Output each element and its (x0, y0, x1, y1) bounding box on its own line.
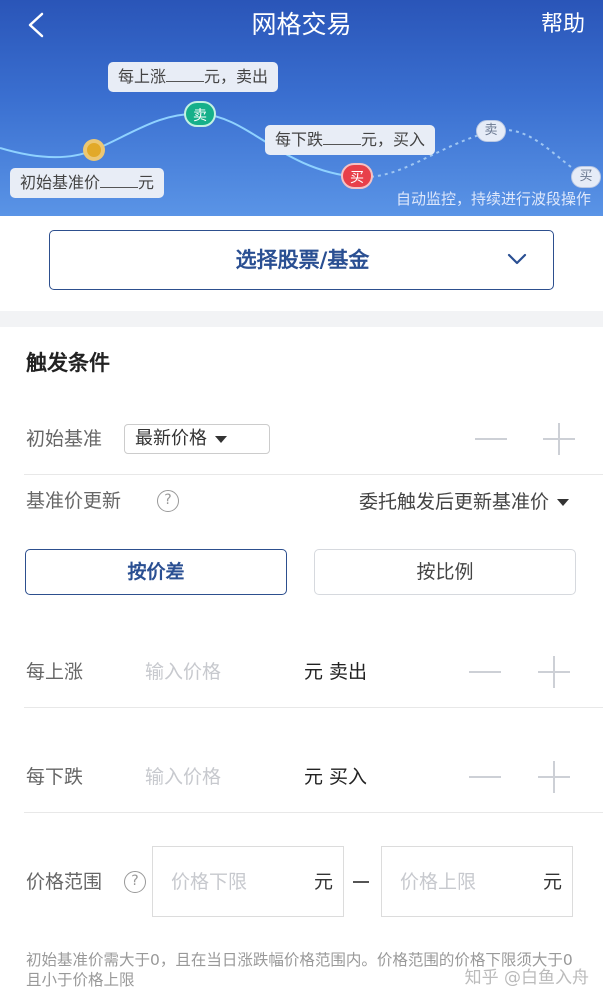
blank-line (166, 64, 205, 82)
price-upper-field[interactable]: 元 (381, 846, 573, 917)
section-divider (0, 311, 603, 327)
initial-base-value: 最新价格 (135, 428, 207, 449)
fall-label: 每下跌 (26, 766, 84, 788)
caret-down-icon (215, 435, 227, 443)
blank-line (323, 127, 362, 145)
buy-marker: 买 (341, 163, 373, 189)
by-ratio-button[interactable]: 按比例 (314, 549, 576, 595)
base-price-bubble: 初始基准价 元 (10, 168, 165, 198)
base-update-label: 基准价更新 (26, 490, 122, 512)
base-update-dropdown[interactable]: 委托触发后更新基准价 (359, 487, 569, 517)
fall-increment-button[interactable] (536, 759, 572, 795)
select-stock-fund-button[interactable]: 选择股票/基金 (49, 230, 554, 290)
price-lower-unit: 元 (313, 871, 333, 893)
caret-down-icon (557, 499, 569, 506)
sell-marker-faded: 卖 (476, 120, 506, 142)
row-divider (24, 707, 603, 708)
price-range-label: 价格范围 (26, 871, 103, 893)
help-link[interactable]: 帮助 (541, 8, 585, 42)
base-point-marker (83, 139, 105, 161)
page-title: 网格交易 (251, 10, 352, 39)
bubble-text: 元 (138, 173, 155, 192)
price-upper-unit: 元 (542, 871, 562, 893)
base-increment-button[interactable] (541, 421, 577, 457)
select-stock-label: 选择股票/基金 (235, 248, 370, 272)
section-title-trigger: 触发条件 (26, 351, 110, 375)
price-lower-field[interactable]: 元 (152, 846, 344, 917)
bubble-text: 元，卖出 (204, 67, 269, 86)
rise-decrement-button[interactable] (467, 654, 503, 690)
watermark: 知乎 @白鱼入舟 (464, 968, 589, 988)
base-update-value: 委托触发后更新基准价 (358, 491, 549, 513)
help-circle-icon[interactable]: ? (157, 490, 179, 512)
base-decrement-button[interactable] (473, 421, 509, 457)
initial-base-label: 初始基准 (26, 428, 103, 450)
fall-price-input[interactable] (145, 762, 285, 792)
chevron-down-icon (507, 253, 527, 265)
by-price-diff-button[interactable]: 按价差 (25, 549, 287, 595)
fall-decrement-button[interactable] (467, 759, 503, 795)
blank-line (100, 170, 139, 188)
bubble-text: 每下跌 (275, 130, 324, 149)
rise-unit-action: 元 卖出 (304, 661, 368, 683)
price-lower-input[interactable] (171, 867, 291, 897)
header-banner: 网格交易 帮助 每上涨 元，卖出 每下跌 元，买入 初始基准价 元 卖 买 卖 买 自… (0, 0, 603, 216)
rise-sell-bubble: 每上涨 元，卖出 (108, 62, 279, 92)
range-separator (353, 881, 369, 883)
buy-marker-faded: 买 (571, 166, 601, 188)
price-upper-input[interactable] (400, 867, 520, 897)
initial-base-dropdown[interactable]: 最新价格 (124, 424, 270, 454)
help-circle-icon[interactable]: ? (124, 871, 146, 893)
bubble-text: 元，买入 (361, 130, 426, 149)
rise-label: 每上涨 (26, 661, 84, 683)
fall-buy-bubble: 每下跌 元，买入 (265, 125, 436, 155)
rise-increment-button[interactable] (536, 654, 572, 690)
sell-marker: 卖 (184, 101, 216, 127)
rise-price-input[interactable] (145, 657, 285, 687)
row-divider (24, 812, 603, 813)
row-divider (24, 474, 603, 475)
bubble-text: 每上涨 (118, 67, 167, 86)
bubble-text: 初始基准价 (20, 173, 101, 192)
auto-monitor-caption: 自动监控，持续进行波段操作 (395, 190, 591, 208)
fall-unit-action: 元 买入 (304, 766, 368, 788)
